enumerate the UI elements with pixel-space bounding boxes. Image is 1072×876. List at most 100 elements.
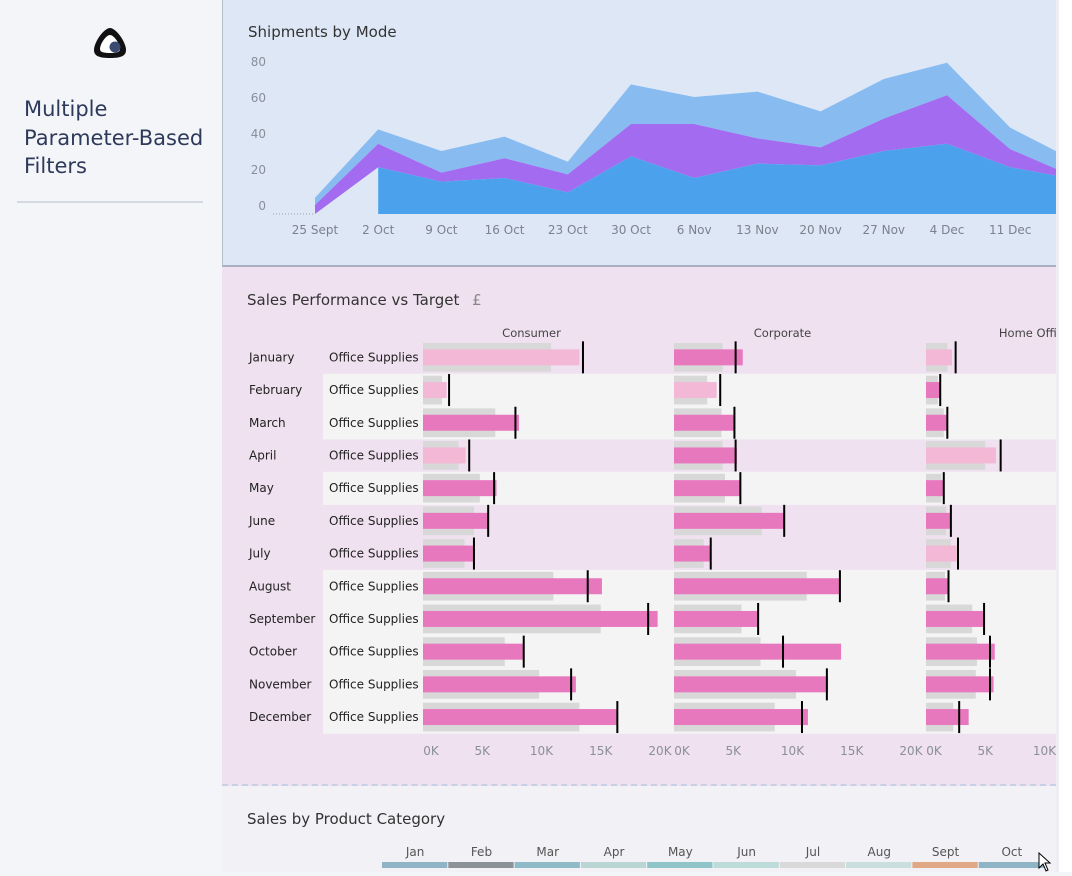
segment-header: Home Office	[999, 326, 1056, 340]
sales-bar[interactable]	[423, 545, 474, 562]
category-label: Office Supplies	[329, 350, 419, 364]
sales-bar[interactable]	[674, 643, 842, 660]
month-label: November	[249, 677, 311, 691]
segment-header: Consumer	[502, 326, 561, 340]
sidebar-divider	[17, 201, 203, 203]
sales-bar[interactable]	[423, 610, 658, 627]
x-axis-tick: 20K	[899, 744, 923, 758]
month-column-header: Sept	[932, 845, 960, 859]
month-column-header: Mar	[536, 845, 559, 859]
segment-header: Corporate	[754, 326, 812, 340]
sales-bar[interactable]	[926, 382, 941, 399]
x-tick-label: 11 Dec	[989, 223, 1031, 237]
month-color-strip[interactable]	[912, 862, 978, 868]
y-tick-label: 20	[251, 163, 266, 177]
sales-bar[interactable]	[423, 676, 576, 693]
month-label: August	[249, 579, 291, 593]
sales-bar[interactable]	[674, 447, 737, 464]
month-label: December	[249, 710, 311, 724]
sales-bar[interactable]	[926, 349, 953, 366]
sales-bar[interactable]	[926, 578, 949, 595]
sales-bar[interactable]	[423, 349, 580, 366]
sales-bar[interactable]	[674, 512, 785, 529]
category-label: Office Supplies	[329, 710, 419, 724]
month-column-header: Jun	[736, 845, 756, 859]
month-column-header: Jan	[405, 845, 425, 859]
x-axis-tick: 5K	[474, 744, 491, 758]
sales-bar[interactable]	[674, 578, 840, 595]
sidebar: Multiple Parameter-Based Filters	[0, 0, 222, 872]
sales-bar[interactable]	[423, 643, 524, 660]
sales-bar[interactable]	[423, 447, 466, 464]
sales-by-category-panel: Sales by Product Category Jan Feb Mar Apr Ma…	[222, 786, 1056, 872]
y-tick-label: 60	[251, 91, 266, 105]
month-color-strip[interactable]	[846, 862, 912, 868]
sales-bar[interactable]	[674, 382, 717, 399]
sales-bar[interactable]	[674, 610, 759, 627]
month-color-strip[interactable]	[978, 862, 1044, 868]
month-color-strip[interactable]	[448, 862, 514, 868]
month-column-header: May	[668, 845, 693, 859]
category-label: Office Supplies	[329, 416, 419, 430]
sales-bar[interactable]	[926, 643, 995, 660]
category-label: Office Supplies	[329, 383, 419, 397]
sales-bar[interactable]	[926, 610, 985, 627]
sales-bar[interactable]	[926, 545, 957, 562]
sales-performance-title: Sales Performance vs Target £	[247, 291, 482, 309]
category-label: Office Supplies	[329, 677, 419, 691]
x-axis-tick: 15K	[840, 744, 864, 758]
month-color-strip[interactable]	[713, 862, 779, 868]
shipments-by-mode-panel: Shipments by Mode 80 60 40 20 0 25 Sept 2 Oct 9…	[222, 0, 1057, 267]
category-month-header[interactable]: Jan Feb Mar Apr May Jun Jul Aug Sept Oct	[222, 786, 1056, 872]
month-color-strip[interactable]	[779, 862, 846, 868]
month-column-header: Oct	[1001, 845, 1022, 859]
sales-bar[interactable]	[674, 709, 808, 726]
sales-bar[interactable]	[926, 676, 994, 693]
x-axis-tick: 5K	[977, 744, 994, 758]
dashboard-title: Multiple Parameter-Based Filters	[24, 97, 204, 178]
sales-bar[interactable]	[674, 545, 711, 562]
category-label: Office Supplies	[329, 645, 419, 659]
category-label: Office Supplies	[329, 448, 419, 462]
x-tick-label: 27 Nov	[863, 223, 906, 237]
sales-bar[interactable]	[423, 382, 447, 399]
month-label: September	[249, 612, 315, 626]
month-color-strip[interactable]	[382, 862, 448, 868]
x-axis-tick: 15K	[589, 744, 613, 758]
sales-bar[interactable]	[674, 414, 735, 431]
month-label: February	[249, 383, 302, 397]
x-tick-label: 30 Oct	[611, 223, 651, 237]
x-axis-tick: 0K	[674, 744, 691, 758]
x-axis-tick: 10K	[1033, 744, 1056, 758]
sales-bar[interactable]	[423, 414, 519, 431]
category-label: Office Supplies	[329, 579, 419, 593]
y-tick-label: 40	[251, 127, 266, 141]
x-tick-label: 2 Oct	[362, 223, 394, 237]
category-label: Office Supplies	[329, 514, 419, 528]
sales-bar[interactable]	[926, 480, 944, 497]
month-color-strip[interactable]	[514, 862, 580, 868]
tableau-dashboard-logo-icon	[92, 26, 128, 60]
sales-bar[interactable]	[423, 709, 618, 726]
x-axis-tick: 0K	[926, 744, 943, 758]
sales-bar[interactable]	[423, 480, 497, 497]
category-label: Office Supplies	[329, 547, 419, 561]
vertical-scrollbar[interactable]	[1056, 0, 1072, 872]
x-tick-label: 16 Oct	[485, 223, 525, 237]
sales-bar[interactable]	[674, 676, 829, 693]
sales-bar[interactable]	[423, 578, 602, 595]
sales-bar[interactable]	[926, 512, 951, 529]
sales-bar[interactable]	[423, 512, 489, 529]
month-color-strip[interactable]	[647, 862, 713, 868]
sales-bar[interactable]	[926, 709, 969, 726]
category-title: Sales by Product Category	[247, 810, 446, 828]
sales-vs-target-bullet-chart[interactable]: Consumer Corporate Home Office January Offic…	[222, 267, 1056, 784]
currency-symbol: £	[472, 291, 482, 309]
sales-bar[interactable]	[926, 447, 996, 464]
x-axis-tick: 20K	[648, 744, 672, 758]
sales-bar[interactable]	[674, 480, 741, 497]
sales-bar[interactable]	[926, 414, 948, 431]
x-tick-label: 23 Oct	[548, 223, 588, 237]
sales-bar[interactable]	[674, 349, 743, 366]
month-color-strip[interactable]	[580, 862, 647, 868]
